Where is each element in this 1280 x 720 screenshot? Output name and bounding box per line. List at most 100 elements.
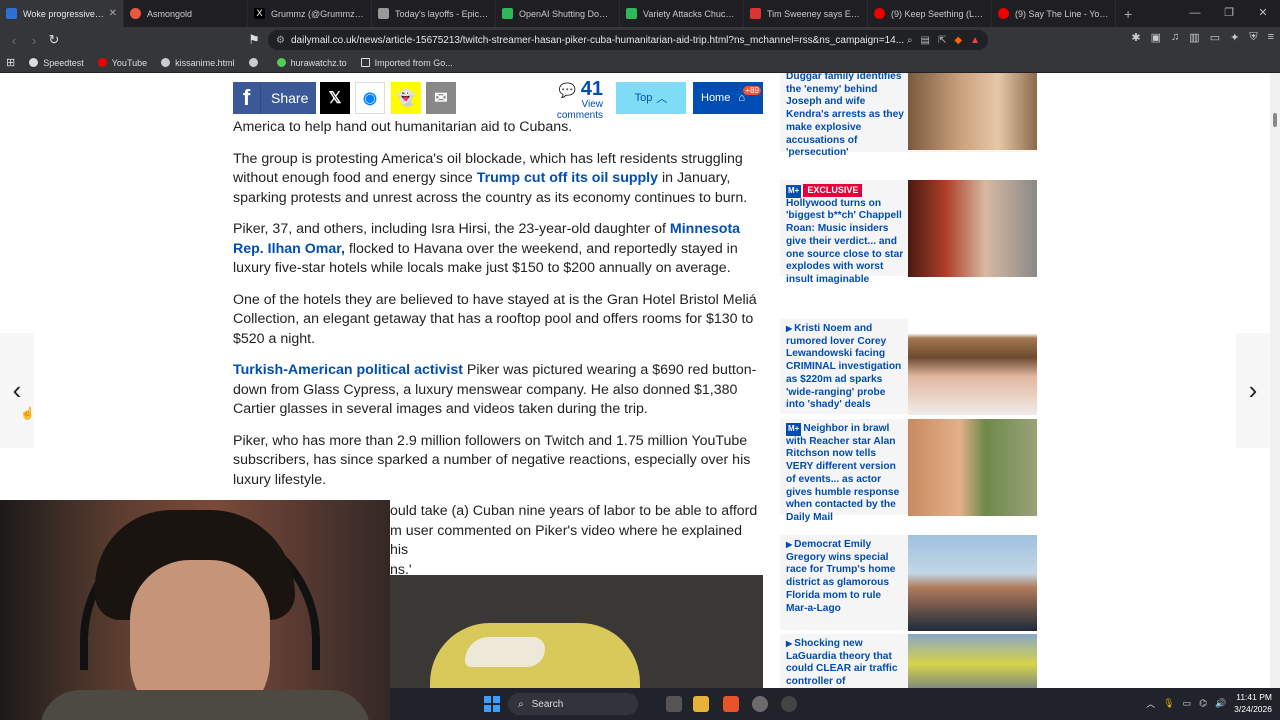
wallet-icon[interactable]: ▭ xyxy=(1210,31,1220,44)
bookmark-kissanime[interactable]: kissanime.html xyxy=(161,58,235,68)
browser-tab[interactable]: (9) Say The Line - YouTube xyxy=(992,0,1116,27)
globe-icon xyxy=(248,58,258,67)
tab-favicon-icon xyxy=(130,8,141,19)
snapchat-icon[interactable]: 👻 xyxy=(391,82,421,114)
bookmark-globe[interactable] xyxy=(248,58,263,67)
sidebar-story[interactable]: M+ Neighbor in brawl with Reacher star Al… xyxy=(780,419,1037,523)
extensions-icon[interactable]: ✱ xyxy=(1131,31,1140,44)
restore-icon[interactable]: ❐ xyxy=(1212,0,1246,27)
monitor-icon[interactable]: ▭ xyxy=(1183,698,1192,709)
article-link[interactable]: Trump cut off its oil supply xyxy=(477,170,658,186)
browser-tab[interactable]: Today's layoffs - Epic Gam xyxy=(372,0,496,27)
media-icon[interactable]: ♫ xyxy=(1171,31,1179,44)
story-thumbnail xyxy=(908,535,1037,631)
story-thumbnail xyxy=(908,73,1037,150)
browser-tab[interactable]: Variety Attacks Chuck Nor xyxy=(620,0,744,27)
article-paragraph: ould take (a) Cuban nine years of labor … xyxy=(390,503,758,578)
tab-favicon-icon xyxy=(750,8,761,19)
story-thumbnail xyxy=(908,419,1037,516)
facebook-icon: f xyxy=(233,82,261,114)
next-article-arrow[interactable]: › xyxy=(1236,333,1270,448)
apps-icon[interactable]: ⊞ xyxy=(6,56,15,69)
story-thumbnail xyxy=(908,319,1037,415)
tab-bar: Woke progressive str ✕ Asmongold X Grummz … xyxy=(0,0,1280,27)
bookmark-speedtest[interactable]: Speedtest xyxy=(29,58,84,68)
clock[interactable]: 11:41 PM 3/24/2026 xyxy=(1234,691,1272,715)
leo-icon[interactable]: ✦ xyxy=(1230,31,1239,44)
bookmark-icon[interactable]: ⚑ xyxy=(244,32,264,48)
browser-tab[interactable]: Tim Sweeney says Epic is xyxy=(744,0,868,27)
browser-tab[interactable]: Woke progressive str ✕ xyxy=(0,0,124,27)
browser-tab[interactable]: (9) Keep Seething (Lord N xyxy=(868,0,992,27)
article-paragraph: Piker, 37, and others, including Isra Hi… xyxy=(233,221,741,276)
close-window-icon[interactable]: ✕ xyxy=(1246,0,1280,27)
browser-tab[interactable]: X Grummz (@Grummz) / X xyxy=(248,0,372,27)
comments-link[interactable]: 💬 41 View comments xyxy=(533,78,603,121)
page-scrollbar[interactable] xyxy=(1270,73,1280,688)
zoom-icon[interactable]: ⌕ xyxy=(907,35,913,46)
network-icon[interactable]: ⌬ xyxy=(1199,698,1207,709)
webcam-overlay xyxy=(0,500,390,720)
prev-article-arrow[interactable]: ‹ xyxy=(0,333,34,448)
bookmark-youtube[interactable]: YouTube xyxy=(97,58,147,68)
bookmark-folder-imported[interactable]: Imported from Go... xyxy=(360,58,453,68)
task-view-icon[interactable] xyxy=(666,696,682,712)
forward-icon[interactable]: › xyxy=(24,33,44,48)
url-field[interactable]: ⚙ dailymail.co.uk/news/article-15675213/… xyxy=(268,30,988,50)
article-video[interactable] xyxy=(390,575,763,688)
browser-tab[interactable]: Asmongold xyxy=(124,0,248,27)
menu-icon[interactable]: ≡ xyxy=(1268,31,1274,44)
brave-browser-icon[interactable] xyxy=(723,696,739,712)
sidebar-story[interactable]: ▶ Kristi Noem and rumored lover Corey Lew… xyxy=(780,319,1037,415)
vpn-icon[interactable]: ⛨ xyxy=(1249,31,1257,44)
reload-icon[interactable]: ↻ xyxy=(44,32,64,48)
sidebar-story[interactable]: M+ EXCLUSIVE Hollywood turns on 'biggest b… xyxy=(780,180,1037,285)
windows-start-icon[interactable] xyxy=(484,696,500,712)
facebook-share-button[interactable]: f Share xyxy=(233,82,316,114)
close-tab-icon[interactable]: ✕ xyxy=(109,8,117,19)
messenger-icon[interactable]: ◉ xyxy=(355,82,385,114)
bookmark-hurawatch[interactable]: hurawatchz.to xyxy=(276,58,347,68)
top-button[interactable]: Top ︿ xyxy=(616,82,686,114)
screenshot-icon[interactable]: ▣ xyxy=(1151,31,1161,44)
x-share-icon[interactable]: 𝕏 xyxy=(320,82,350,114)
article-paragraph: Turkish-American political activist Pike… xyxy=(233,362,757,417)
folder-icon xyxy=(360,58,370,67)
article-paragraph: America to help hand out humanitarian ai… xyxy=(233,119,573,135)
article-paragraph: The group is protesting America's oil bl… xyxy=(233,150,748,206)
minimize-icon[interactable]: — xyxy=(1178,0,1212,27)
volume-icon[interactable]: 🔊 xyxy=(1215,698,1226,709)
file-explorer-icon[interactable] xyxy=(693,696,709,712)
sidebar-icon[interactable]: ▥ xyxy=(1189,31,1199,44)
scrollbar-thumb[interactable] xyxy=(1273,113,1277,127)
triangle-right-icon: ▶ xyxy=(786,324,793,333)
sidebar-story[interactable]: ▶ Shocking new LaGuardia theory that coul… xyxy=(780,634,1037,688)
article-paragraph: One of the hotels they are believed to h… xyxy=(233,291,757,347)
youtube-icon xyxy=(998,8,1009,19)
reader-icon[interactable]: ▤ xyxy=(921,35,930,46)
share-icon[interactable]: ⇱ xyxy=(938,35,946,46)
sidebar-story[interactable]: Duggar family identifies the 'enemy' beh… xyxy=(780,73,1037,158)
mic-icon[interactable]: 🎙 xyxy=(1163,698,1174,709)
obs-icon[interactable] xyxy=(752,696,768,712)
email-icon[interactable]: ✉ xyxy=(426,82,456,114)
back-icon[interactable]: ‹ xyxy=(4,33,24,48)
x-logo-icon: X xyxy=(254,8,265,19)
chevron-right-icon: › xyxy=(1248,375,1258,405)
taskbar-search[interactable]: ⌕ Search xyxy=(508,693,638,715)
site-info-icon[interactable]: ⚙ xyxy=(276,35,285,46)
media-player-icon[interactable] xyxy=(781,696,797,712)
brave-shield-icon[interactable]: ◆ xyxy=(954,35,962,46)
brave-rewards-icon[interactable]: ▲ xyxy=(970,35,980,46)
sidebar-story[interactable]: ▶ Democrat Emily Gregory wins special rac… xyxy=(780,535,1037,631)
triangle-right-icon: ▶ xyxy=(786,639,793,648)
youtube-icon xyxy=(874,8,885,19)
search-icon: ⌕ xyxy=(518,698,524,710)
home-button[interactable]: Home ⌂ +89 xyxy=(693,82,763,114)
new-tab-button[interactable]: + xyxy=(1116,6,1140,22)
hurawatch-icon xyxy=(276,58,286,67)
article-link[interactable]: Turkish-American political activist xyxy=(233,362,463,378)
chevron-up-icon[interactable]: ︿ xyxy=(1146,697,1155,710)
browser-tab[interactable]: OpenAI Shutting Down So xyxy=(496,0,620,27)
chevron-left-icon: ‹ xyxy=(12,375,22,405)
